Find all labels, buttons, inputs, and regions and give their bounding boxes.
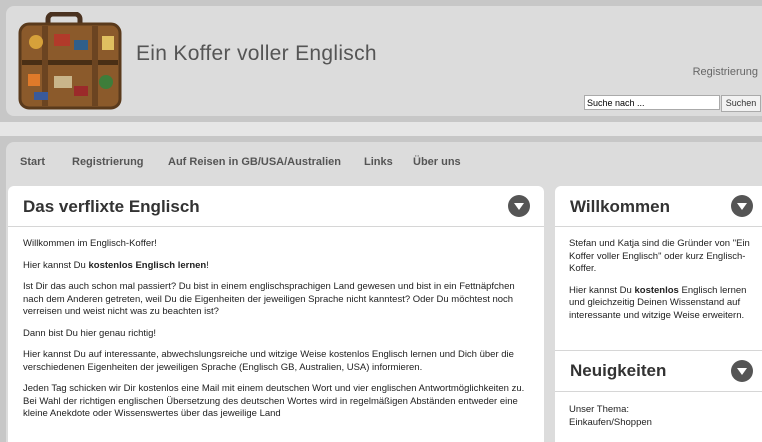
nav-item-registrierung[interactable]: Registrierung bbox=[72, 156, 144, 168]
paragraph: Ist Dir das auch schon mal passiert? Du … bbox=[23, 281, 515, 317]
main-content: Willkommen im Englisch-Koffer! Hier kann… bbox=[23, 238, 533, 430]
nav-item-ueber-uns[interactable]: Über uns bbox=[413, 156, 461, 168]
welcome-header: Willkommen bbox=[555, 186, 762, 227]
sidebar-panel: Willkommen Stefan und Katja sind die Grü… bbox=[555, 186, 762, 442]
paragraph: Hier kannst Du kostenlos Englisch lernen… bbox=[569, 284, 747, 321]
collapse-toggle-icon[interactable] bbox=[731, 195, 753, 217]
paragraph: Stefan und Katja sind die Gründer von "E… bbox=[569, 238, 750, 274]
paragraph: Hier kannst Du kostenlos Englisch lernen… bbox=[23, 259, 209, 271]
paragraph: Dann bist Du hier genau richtig! bbox=[23, 327, 157, 339]
news-content: Unser Thema: Einkaufen/Shoppen bbox=[569, 404, 754, 429]
welcome-content: Stefan und Katja sind die Gründer von "E… bbox=[569, 238, 754, 331]
main-panel-title: Das verflixte Englisch bbox=[23, 197, 200, 216]
welcome-title: Willkommen bbox=[570, 197, 670, 216]
main-panel-header: Das verflixte Englisch bbox=[8, 186, 544, 227]
news-line: Unser Thema: bbox=[569, 404, 630, 415]
header: Ein Koffer voller Englisch Registrierung… bbox=[0, 0, 762, 122]
nav-item-links[interactable]: Links bbox=[364, 156, 393, 168]
paragraph: Hier kannst Du auf interessante, abwechs… bbox=[23, 349, 514, 373]
main-panel: Das verflixte Englisch Willkommen im Eng… bbox=[8, 186, 544, 442]
news-line: Einkaufen/Shoppen bbox=[569, 416, 652, 428]
register-link[interactable]: Registrierung bbox=[693, 66, 758, 78]
news-title: Neuigkeiten bbox=[570, 361, 667, 380]
paragraph: Willkommen im Englisch-Koffer! bbox=[23, 238, 157, 249]
paragraph: Jeden Tag schicken wir Dir kostenlos ein… bbox=[23, 383, 525, 419]
divider bbox=[555, 350, 762, 351]
site-title: Ein Koffer voller Englisch bbox=[136, 42, 377, 65]
collapse-toggle-icon[interactable] bbox=[508, 195, 530, 217]
suitcase-logo-icon bbox=[18, 12, 122, 110]
nav-item-reisen[interactable]: Auf Reisen in GB/USA/Australien bbox=[168, 156, 341, 168]
divider bbox=[555, 391, 762, 392]
search-button[interactable]: Suchen bbox=[721, 95, 761, 112]
search-input[interactable] bbox=[584, 95, 720, 110]
collapse-toggle-icon[interactable] bbox=[731, 360, 753, 382]
nav-item-start[interactable]: Start bbox=[20, 156, 45, 168]
